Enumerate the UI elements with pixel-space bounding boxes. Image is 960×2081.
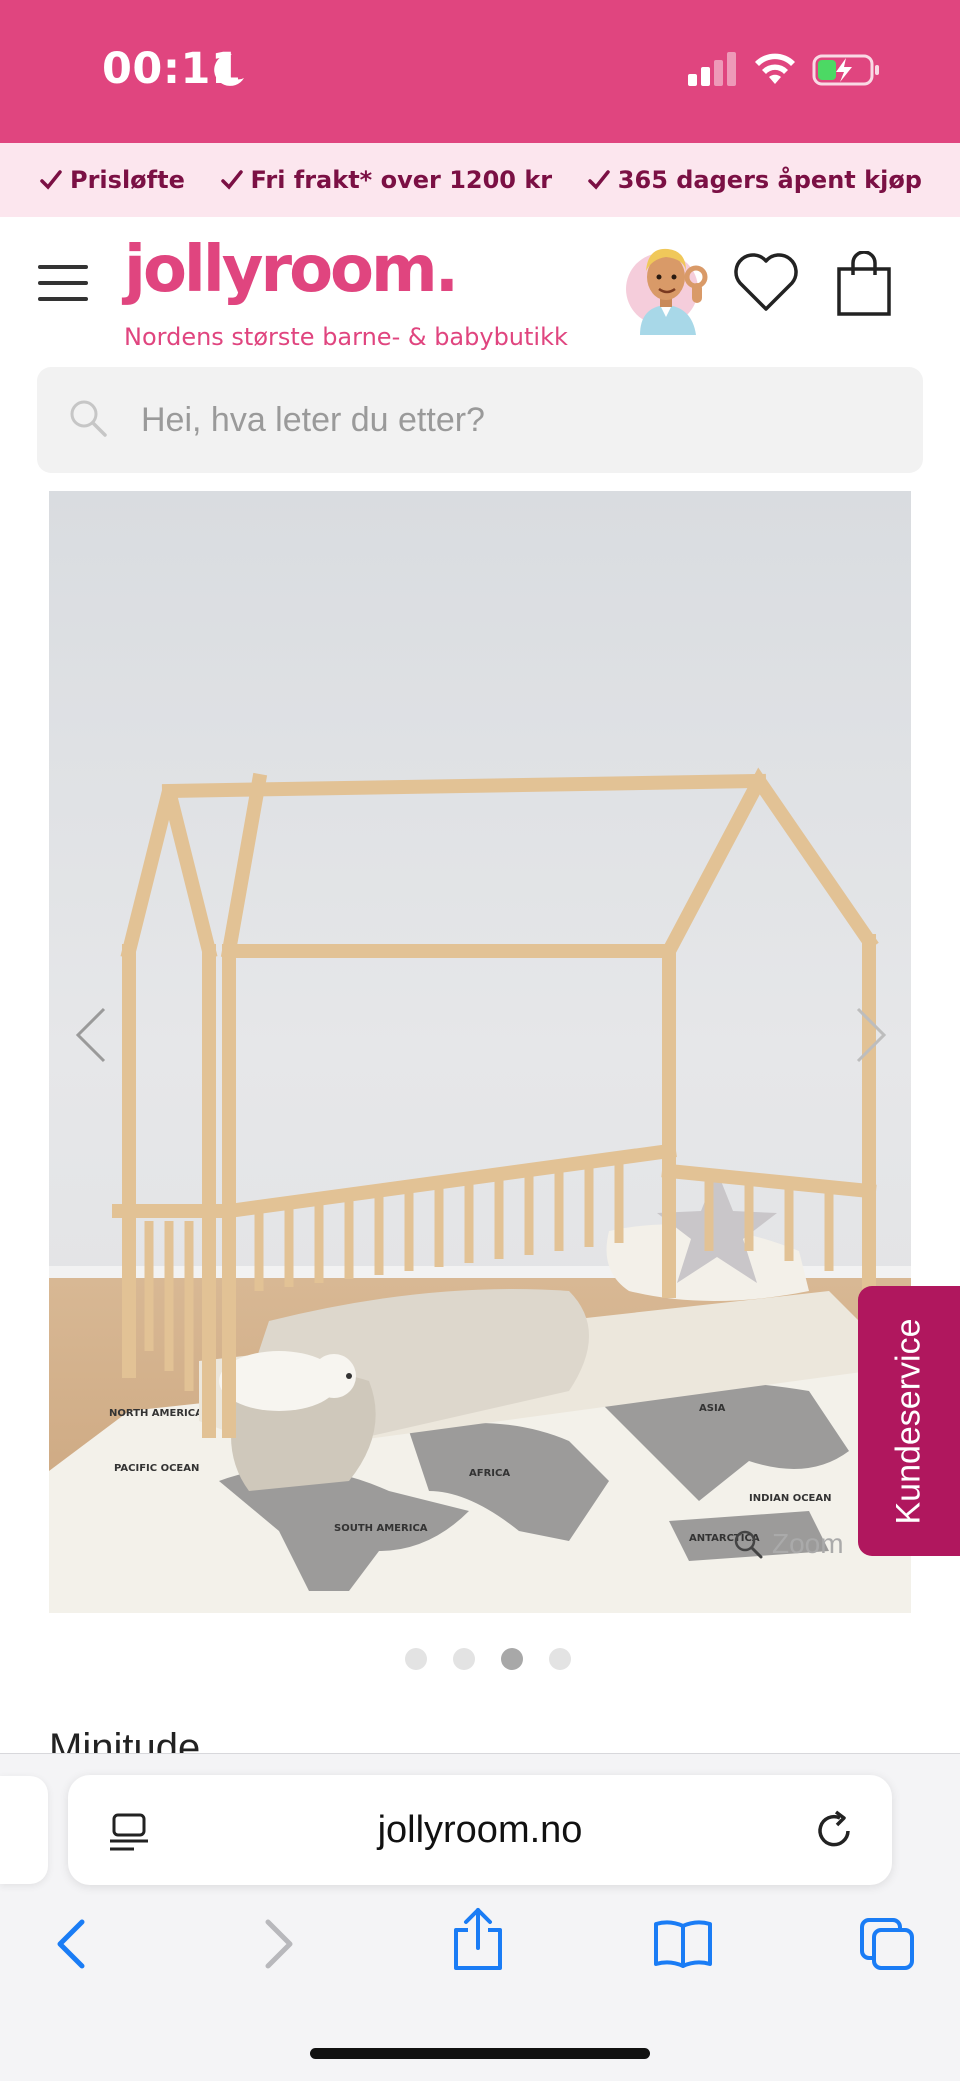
map-label: ASIA [699, 1403, 726, 1414]
zoom-button[interactable]: Zoom [732, 1528, 844, 1560]
chevron-left-icon[interactable] [74, 1005, 108, 1065]
magnifier-icon [734, 1530, 763, 1559]
product-brand[interactable]: Minitude [49, 1722, 200, 1754]
promo-label: Prisløfte [70, 166, 185, 194]
wifi-icon [755, 53, 795, 84]
gallery-dots [405, 1648, 571, 1670]
bookmarks-icon[interactable] [652, 1918, 714, 1968]
address-bar[interactable]: jollyroom.no [68, 1775, 892, 1885]
promo-bar: Prisløfte Fri frakt* over 1200 kr 365 da… [0, 143, 960, 217]
moon-icon [214, 53, 244, 86]
search-icon [70, 400, 107, 437]
chevron-right-icon[interactable] [854, 1005, 888, 1065]
site-tagline: Nordens største barne- & babybutikk [124, 323, 568, 351]
promo-label: Fri frakt* over 1200 kr [250, 166, 553, 194]
previous-tab-preview[interactable] [0, 1776, 48, 1884]
kundeservice-button[interactable]: Kundeservice [858, 1286, 960, 1556]
site-logo[interactable]: jollyroom. [124, 233, 459, 307]
map-label: NORTH AMERICA [109, 1408, 203, 1419]
map-label: SOUTH AMERICA [334, 1523, 428, 1534]
house-bed-photo: NORTH AMERICA PACIFIC OCEAN ASIA AFRICA … [49, 491, 911, 1613]
promo-item: 365 dagers åpent kjøp [588, 166, 922, 194]
url-text: jollyroom.no [377, 1809, 583, 1851]
check-icon [588, 170, 610, 190]
tabs-icon[interactable] [858, 1916, 916, 1972]
map-label: INDIAN OCEAN [749, 1493, 831, 1504]
avatar[interactable] [626, 235, 712, 335]
search-box[interactable] [37, 367, 923, 473]
forward-icon[interactable] [260, 1914, 298, 1974]
gallery-dot-active[interactable] [501, 1648, 523, 1670]
search-input[interactable] [141, 367, 901, 473]
cellular-signal-icon [688, 52, 736, 86]
battery-charging-icon [812, 54, 879, 86]
heart-icon[interactable] [732, 251, 800, 313]
status-bar: 00:11 [0, 0, 960, 143]
browser-toolbar: jollyroom.no [0, 1753, 960, 2081]
promo-item: Prisløfte [40, 166, 185, 194]
map-label: PACIFIC OCEAN [114, 1463, 199, 1474]
gallery-dot[interactable] [405, 1648, 427, 1670]
promo-item: Fri frakt* over 1200 kr [220, 166, 553, 194]
promo-label: 365 dagers åpent kjøp [617, 166, 922, 194]
share-icon[interactable] [452, 1906, 504, 1972]
back-icon[interactable] [52, 1914, 90, 1974]
check-icon [220, 170, 243, 190]
reload-icon[interactable] [814, 1809, 856, 1851]
map-label: AFRICA [469, 1468, 510, 1479]
gallery-dot[interactable] [549, 1648, 571, 1670]
product-image[interactable]: NORTH AMERICA PACIFIC OCEAN ASIA AFRICA … [49, 491, 911, 1613]
site-header: jollyroom. Nordens største barne- & baby… [0, 217, 960, 367]
home-indicator [310, 2048, 650, 2059]
check-icon [40, 170, 62, 190]
kundeservice-label: Kundeservice [889, 1317, 928, 1525]
gallery-dot[interactable] [453, 1648, 475, 1670]
zoom-label: Zoom [772, 1528, 844, 1559]
hamburger-menu-icon[interactable] [38, 265, 88, 301]
shopping-bag-icon[interactable] [836, 251, 892, 317]
